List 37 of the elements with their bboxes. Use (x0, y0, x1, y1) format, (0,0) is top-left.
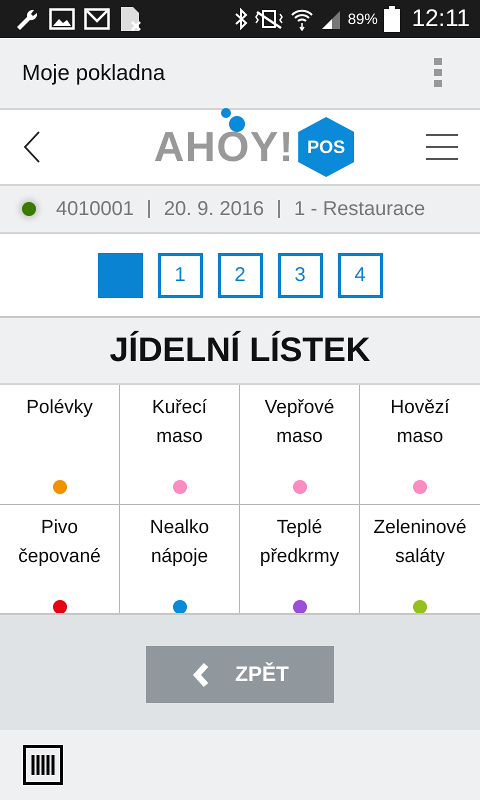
logo-text: AHOY! (154, 123, 294, 171)
page-button[interactable]: 1 (158, 252, 202, 298)
category-name: Hovězí maso (390, 396, 450, 449)
battery-level: 89% (348, 10, 378, 28)
page-button[interactable]: 4 (338, 252, 382, 298)
category-name: Teplé předkrmy (260, 516, 340, 569)
location: 1 - Restaurace (294, 198, 426, 220)
category-tile[interactable]: Polévky (0, 385, 120, 505)
battery-icon (384, 6, 400, 32)
category-name: Nealko nápoje (150, 516, 210, 569)
category-name: Zeleninové saláty (374, 516, 466, 569)
bluetooth-icon (234, 8, 248, 30)
date: 20. 9. 2016 (164, 198, 264, 220)
menu-heading: JÍDELNÍ LÍSTEK (0, 318, 480, 385)
logo-badge: POS (298, 117, 354, 177)
category-tile[interactable]: Hovězí maso (360, 385, 480, 505)
page-button[interactable]: 2 (218, 252, 262, 298)
menu-icon[interactable] (426, 133, 458, 161)
category-name: Kuřecí maso (152, 396, 207, 449)
bubbles-icon (220, 107, 246, 133)
mail-icon (84, 8, 110, 30)
barcode-icon[interactable] (23, 745, 63, 785)
category-name: Polévky (26, 396, 93, 420)
image-icon (49, 8, 75, 30)
register-number: 4010001 (56, 198, 134, 220)
app-title: Moje pokladna (22, 60, 166, 86)
category-tile[interactable]: Kuřecí maso (120, 385, 240, 505)
clock: 12:11 (412, 5, 470, 33)
vibrate-off-icon (254, 8, 284, 30)
sim-card-icon (119, 6, 143, 32)
page-button[interactable]: 3 (278, 252, 322, 298)
category-name: Vepřové maso (264, 396, 334, 449)
back-icon[interactable] (22, 131, 42, 163)
category-tile[interactable]: Vepřové maso (240, 385, 360, 505)
wifi-icon (290, 7, 314, 31)
page-button[interactable] (98, 252, 142, 298)
category-name: Pivo čepované (18, 516, 101, 569)
